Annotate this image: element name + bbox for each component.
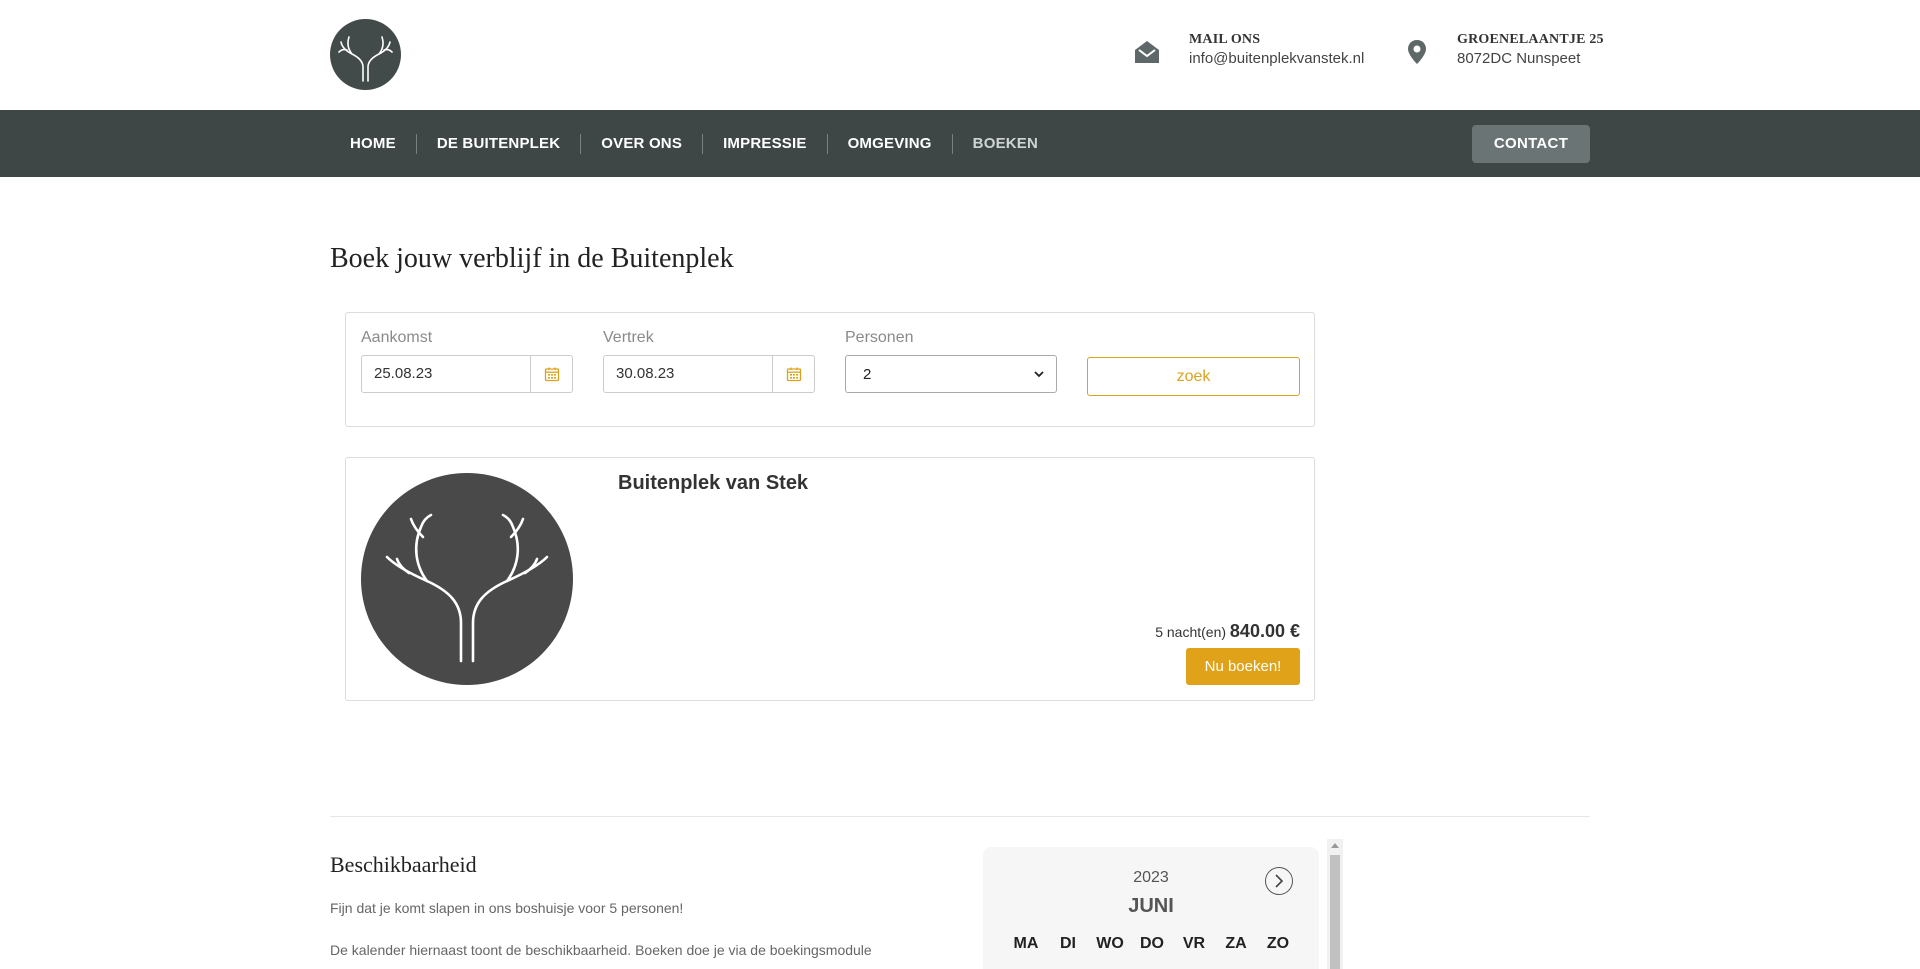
calendar-icon — [786, 367, 801, 382]
arrival-field: Aankomst 25.08.23 — [361, 329, 573, 393]
page-title: Boek jouw verblijf in de Buitenplek — [330, 243, 734, 274]
scrollbar-thumb[interactable] — [1330, 855, 1340, 969]
departure-label: Vertrek — [603, 329, 654, 346]
mail-label: MAIL ONS — [1189, 32, 1261, 47]
nav-item-home[interactable]: HOME — [330, 133, 417, 154]
scroll-up-icon[interactable] — [1331, 843, 1339, 848]
availability-calendar: 2023 JUNI MA DI WO DO VR ZA ZO — [983, 847, 1319, 969]
mail-value[interactable]: info@buitenplekvanstek.nl — [1189, 50, 1364, 67]
weekday-ma: MA — [1013, 935, 1039, 952]
weekday-di: DI — [1060, 935, 1076, 952]
weekday-vr: VR — [1182, 935, 1206, 952]
nav-item-over-ons[interactable]: OVER ONS — [581, 133, 704, 154]
nights-count: 5 nacht(en) — [1155, 624, 1227, 640]
calendar-next-button[interactable] — [1265, 867, 1293, 895]
nav-item-de-buitenplek[interactable]: DE BUITENPLEK — [417, 133, 582, 154]
antler-logo-icon — [385, 513, 549, 663]
booking-search-form: Aankomst 25.08.23 Vertrek 30.08.23 Perso… — [345, 312, 1315, 427]
nav-item-omgeving[interactable]: OMGEVING — [828, 133, 953, 154]
weekday-za: ZA — [1225, 935, 1247, 952]
site-logo[interactable] — [330, 19, 401, 90]
result-image[interactable] — [361, 473, 573, 685]
weekday-wo: WO — [1096, 935, 1124, 952]
persons-label: Personen — [845, 329, 914, 346]
result-title[interactable]: Buitenplek van Stek — [618, 472, 808, 495]
section-divider — [330, 816, 1590, 817]
nav-item-impressie[interactable]: IMPRESSIE — [703, 133, 828, 154]
result-card: Buitenplek van Stek 5 nacht(en) 840.00 €… — [345, 457, 1315, 701]
persons-select[interactable]: 2 — [845, 355, 1057, 393]
persons-field: Personen 2 — [845, 329, 1057, 393]
arrival-value[interactable]: 25.08.23 — [362, 356, 530, 392]
book-now-button[interactable]: Nu boeken! — [1186, 648, 1300, 685]
total-price: 840.00 € — [1229, 621, 1300, 641]
departure-calendar-button[interactable] — [772, 356, 814, 392]
antler-logo-icon — [338, 36, 393, 82]
contact-button[interactable]: CONTACT — [1472, 125, 1590, 163]
address-label: GROENELAANTJE 25 — [1457, 32, 1604, 47]
arrival-label: Aankomst — [361, 329, 433, 346]
arrival-calendar-button[interactable] — [530, 356, 572, 392]
departure-field: Vertrek 30.08.23 — [603, 329, 815, 393]
weekday-zo: ZO — [1266, 935, 1290, 952]
availability-intro: Fijn dat je komt slapen in ons boshuisje… — [330, 900, 684, 916]
calendar-month: JUNI — [1128, 895, 1174, 917]
header-mail[interactable]: MAIL ONS info@buitenplekvanstek.nl — [1133, 32, 1364, 67]
search-button[interactable]: zoek — [1087, 357, 1300, 396]
calendar-weekdays: MA DI WO DO VR ZA ZO — [1005, 935, 1299, 953]
header-address: GROENELAANTJE 25 8072DC Nunspeet — [1403, 32, 1604, 67]
address-value: 8072DC Nunspeet — [1457, 50, 1581, 67]
arrival-input[interactable]: 25.08.23 — [361, 355, 573, 393]
departure-input[interactable]: 30.08.23 — [603, 355, 815, 393]
weekday-do: DO — [1140, 935, 1164, 952]
calendar-icon — [544, 367, 559, 382]
departure-value[interactable]: 30.08.23 — [604, 356, 772, 392]
nav-items: HOME DE BUITENPLEK OVER ONS IMPRESSIE OM… — [330, 110, 1058, 177]
availability-description: De kalender hiernaast toont de beschikba… — [330, 942, 872, 958]
persons-value: 2 — [863, 365, 872, 383]
map-pin-icon — [1408, 40, 1426, 64]
nav-item-boeken[interactable]: BOEKEN — [953, 134, 1058, 154]
price-line: 5 nacht(en) 840.00 € — [1155, 621, 1300, 642]
calendar-scrollbar[interactable] — [1327, 839, 1343, 969]
availability-title: Beschikbaarheid — [330, 852, 477, 877]
envelope-open-icon — [1135, 41, 1159, 63]
main-nav: HOME DE BUITENPLEK OVER ONS IMPRESSIE OM… — [0, 110, 1920, 177]
site-header: MAIL ONS info@buitenplekvanstek.nl GROEN… — [0, 0, 1920, 110]
chevron-right-icon — [1275, 874, 1284, 888]
chevron-down-icon — [1034, 370, 1044, 377]
